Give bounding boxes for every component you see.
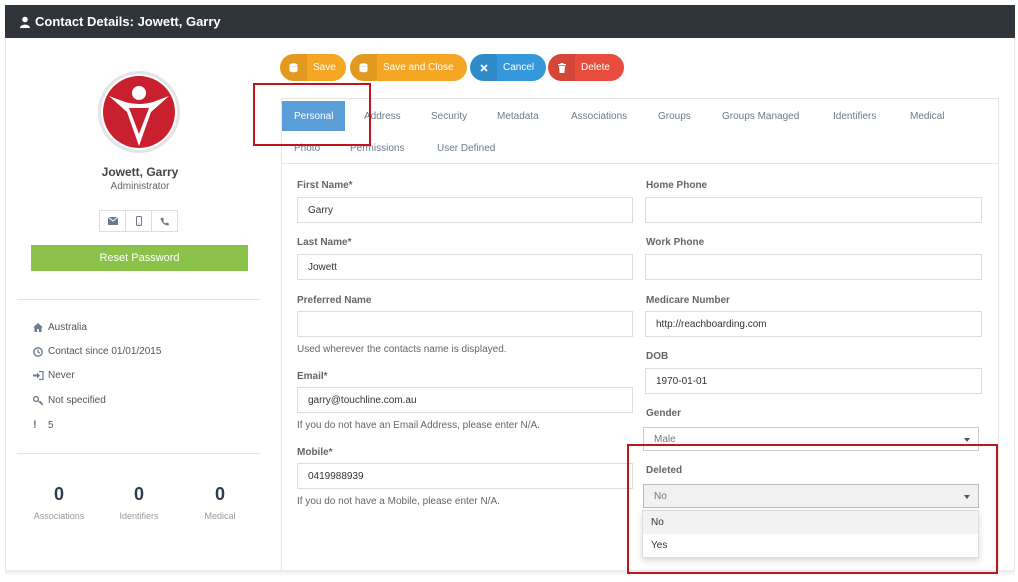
tab-associations[interactable]: Associations — [559, 101, 639, 131]
cancel-button[interactable]: Cancel — [470, 54, 546, 81]
info-country-text: Australia — [48, 322, 87, 333]
info-country: Australia — [33, 322, 87, 333]
avatar — [98, 71, 180, 153]
mobile-help: If you do not have a Mobile, please ente… — [297, 496, 500, 507]
email-button[interactable] — [99, 210, 126, 232]
stat-identifiers[interactable]: 0 Identifiers — [99, 484, 179, 521]
sign-in-icon — [33, 371, 44, 380]
dob-label: DOB — [646, 351, 669, 362]
medicare-label: Medicare Number — [646, 295, 730, 306]
tab-groups-managed[interactable]: Groups Managed — [710, 101, 811, 131]
tab-identifiers[interactable]: Identifiers — [821, 101, 888, 131]
clock-icon — [33, 346, 43, 357]
tab-security[interactable]: Security — [419, 101, 479, 131]
save-label: Save — [313, 62, 336, 73]
delete-label: Delete — [581, 62, 610, 73]
stat-medical[interactable]: 0 Medical — [180, 484, 260, 521]
gender-value: Male — [654, 433, 676, 445]
home-icon — [33, 323, 43, 332]
preferred-name-input[interactable] — [297, 311, 633, 337]
phone-icon — [160, 217, 169, 225]
info-count-text: 5 — [48, 419, 54, 431]
info-last-login: Never — [33, 370, 75, 381]
home-phone-input[interactable] — [645, 197, 982, 223]
info-key: Not specified — [33, 395, 106, 406]
email-label: Email* — [297, 371, 328, 382]
window-titlebar: Contact Details: Jowett, Garry — [5, 5, 1015, 38]
stat-label: Identifiers — [119, 511, 159, 521]
work-phone-label: Work Phone — [646, 237, 705, 248]
tab-groups[interactable]: Groups — [646, 101, 703, 131]
stat-value: 0 — [214, 484, 225, 504]
mobile-label: Mobile* — [297, 447, 333, 458]
cancel-label: Cancel — [503, 62, 535, 73]
preferred-name-label: Preferred Name — [297, 295, 372, 306]
tab-medical[interactable]: Medical — [898, 101, 956, 131]
highlight-personal-tab — [253, 83, 371, 146]
email-help: If you do not have an Email Address, ple… — [297, 420, 540, 431]
info-count: ! 5 — [33, 419, 54, 431]
gender-label: Gender — [646, 408, 682, 419]
tab-metadata[interactable]: Metadata — [485, 101, 551, 131]
info-key-text: Not specified — [48, 395, 106, 406]
save-and-close-label: Save and Close — [383, 62, 454, 73]
window-title: Contact Details: Jowett, Garry — [35, 14, 221, 29]
mobile-input[interactable]: 0419988939 — [297, 463, 633, 489]
database-icon — [289, 62, 298, 72]
medicare-input[interactable]: http://reachboarding.com — [645, 311, 982, 337]
last-name-label: Last Name* — [297, 237, 352, 248]
stat-value: 0 — [53, 484, 64, 504]
mobile-button[interactable] — [125, 210, 152, 232]
profile-role: Administrator — [110, 181, 170, 192]
tab-user-defined[interactable]: User Defined — [425, 133, 507, 163]
highlight-deleted-field — [627, 444, 998, 574]
first-name-label: First Name* — [297, 180, 353, 191]
close-icon — [479, 63, 488, 72]
stat-label: Associations — [33, 511, 85, 521]
database-icon — [359, 62, 368, 72]
info-last-login-text: Never — [48, 370, 75, 381]
key-icon — [33, 395, 44, 406]
first-name-input[interactable]: Garry — [297, 197, 633, 223]
user-icon — [20, 16, 30, 28]
reset-password-button[interactable]: Reset Password — [31, 245, 248, 271]
divider — [17, 299, 260, 300]
logo-figure-icon — [103, 76, 175, 148]
caret-down-icon — [964, 438, 970, 442]
info-contact-since: Contact since 01/01/2015 — [33, 346, 161, 357]
divider — [17, 453, 260, 454]
save-and-close-button[interactable]: Save and Close — [350, 54, 467, 81]
email-input[interactable]: garry@touchline.com.au — [297, 387, 633, 413]
dob-input[interactable]: 1970-01-01 — [645, 368, 982, 394]
save-button[interactable]: Save — [280, 54, 346, 81]
exclamation-icon: ! — [33, 419, 37, 431]
home-phone-label: Home Phone — [646, 180, 708, 191]
trash-icon — [557, 62, 566, 73]
phone-button[interactable] — [151, 210, 178, 232]
contact-buttons — [99, 210, 178, 232]
delete-button[interactable]: Delete — [548, 54, 624, 81]
info-contact-since-text: Contact since 01/01/2015 — [48, 346, 162, 357]
mobile-icon — [135, 216, 142, 226]
stat-associations[interactable]: 0 Associations — [19, 484, 99, 521]
stat-value: 0 — [133, 484, 144, 504]
stat-label: Medical — [204, 511, 236, 521]
last-name-input[interactable]: Jowett — [297, 254, 633, 280]
profile-name: Jowett, Garry — [101, 165, 179, 179]
preferred-name-help: Used wherever the contacts name is displ… — [297, 344, 507, 355]
work-phone-input[interactable] — [645, 254, 982, 280]
envelope-icon — [107, 217, 118, 225]
